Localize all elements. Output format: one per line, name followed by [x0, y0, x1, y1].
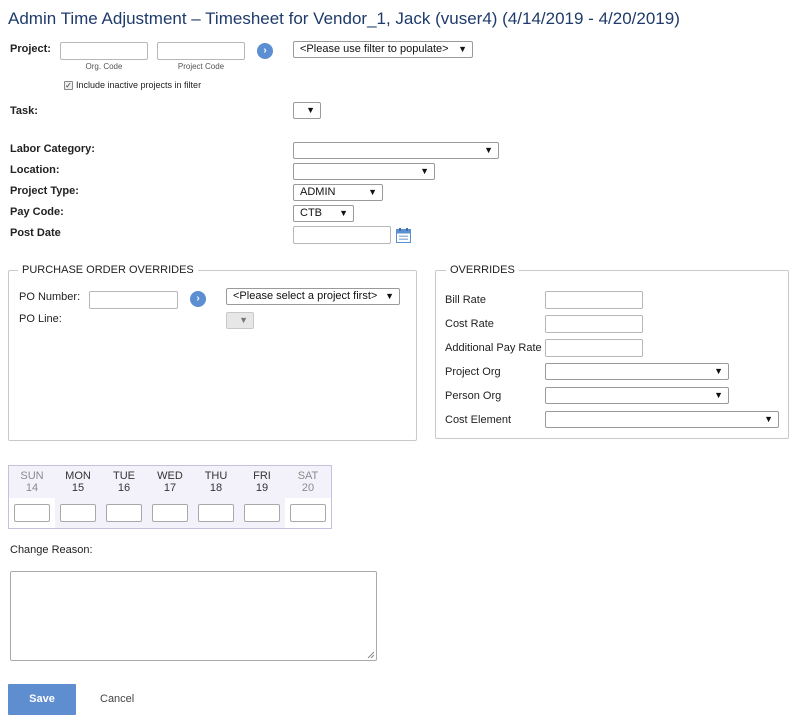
include-inactive-checkbox[interactable]: ✓	[64, 81, 73, 90]
include-inactive-label: Include inactive projects in filter	[76, 80, 202, 90]
additional-pay-rate-input[interactable]	[545, 339, 643, 357]
day-name: MON	[65, 470, 91, 482]
project-label: Project:	[10, 43, 51, 55]
calendar-icon[interactable]	[396, 228, 413, 243]
chevron-down-icon: ▼	[306, 105, 315, 115]
cancel-link[interactable]: Cancel	[100, 693, 134, 705]
chevron-down-icon: ▼	[458, 44, 467, 54]
day-header-sat: SAT 20	[285, 470, 331, 495]
overrides-legend: OVERRIDES	[446, 264, 519, 276]
day-header-thu: THU 18	[193, 470, 239, 495]
project-type-select[interactable]: ADMIN ▼	[293, 184, 383, 201]
hours-input-sun[interactable]	[14, 504, 50, 522]
save-button[interactable]: Save	[8, 684, 76, 715]
project-type-value: ADMIN	[300, 186, 336, 198]
po-select-value: <Please select a project first>	[233, 290, 378, 302]
post-date-input[interactable]	[293, 226, 391, 244]
resize-grip-icon[interactable]	[367, 651, 375, 659]
hours-input-wed[interactable]	[152, 504, 188, 522]
day-name: TUE	[113, 470, 135, 482]
day-header-wed: WED 17	[147, 470, 193, 495]
day-name: WED	[157, 470, 183, 482]
chevron-down-icon: ▼	[385, 291, 394, 301]
po-number-input[interactable]	[89, 291, 178, 309]
day-header-tue: TUE 16	[101, 470, 147, 495]
day-number: 20	[301, 482, 315, 494]
cost-element-select[interactable]: ▼	[545, 411, 779, 428]
hours-input-fri[interactable]	[244, 504, 280, 522]
chevron-down-icon: ▼	[764, 414, 773, 424]
po-filter-go-button[interactable]: ›	[190, 291, 206, 307]
day-name: SAT	[297, 470, 319, 482]
project-code-caption: Project Code	[177, 62, 225, 71]
project-filter-go-button[interactable]: ›	[257, 43, 273, 59]
hours-input-tue[interactable]	[106, 504, 142, 522]
day-number: 15	[71, 482, 85, 494]
chevron-down-icon: ▼	[484, 145, 493, 155]
cost-rate-label: Cost Rate	[445, 318, 494, 330]
chevron-down-icon: ▼	[368, 187, 377, 197]
pay-code-value: CTB	[300, 207, 322, 219]
labor-category-select[interactable]: ▼	[293, 142, 499, 159]
day-number: 19	[255, 482, 269, 494]
hours-input-mon[interactable]	[60, 504, 96, 522]
project-select[interactable]: <Please use filter to populate> ▼	[293, 41, 473, 58]
project-type-label: Project Type:	[10, 185, 79, 197]
day-header-mon: MON 15	[55, 470, 101, 495]
chevron-down-icon: ▼	[714, 366, 723, 376]
day-number: 18	[209, 482, 223, 494]
person-org-select[interactable]: ▼	[545, 387, 729, 404]
day-name: FRI	[253, 470, 271, 482]
po-overrides-legend: PURCHASE ORDER OVERRIDES	[18, 264, 198, 276]
labor-category-label: Labor Category:	[10, 143, 95, 155]
pay-code-select[interactable]: CTB ▼	[293, 205, 354, 222]
page-title: Admin Time Adjustment – Timesheet for Ve…	[8, 9, 680, 28]
day-number: 17	[163, 482, 177, 494]
chevron-right-icon: ›	[263, 45, 267, 56]
chevron-down-icon: ▼	[714, 390, 723, 400]
change-reason-textarea[interactable]	[10, 571, 377, 661]
project-org-select[interactable]: ▼	[545, 363, 729, 380]
pay-code-label: Pay Code:	[10, 206, 64, 218]
person-org-label: Person Org	[445, 390, 502, 402]
hours-input-sat[interactable]	[290, 504, 326, 522]
hours-input-thu[interactable]	[198, 504, 234, 522]
chevron-down-icon: ▼	[339, 208, 348, 218]
project-code-input[interactable]	[157, 42, 245, 60]
chevron-down-icon: ▼	[239, 315, 248, 325]
check-icon: ✓	[65, 81, 72, 90]
location-label: Location:	[10, 164, 60, 176]
project-select-value: <Please use filter to populate>	[300, 43, 449, 55]
week-hours-grid: SUN 14 MON 15 TUE 16 WED 17 THU 18 FRI 1…	[8, 465, 332, 529]
project-org-label: Project Org	[445, 366, 501, 378]
task-select[interactable]: ▼	[293, 102, 321, 119]
day-header-sun: SUN 14	[9, 470, 55, 495]
day-header-fri: FRI 19	[239, 470, 285, 495]
bill-rate-input[interactable]	[545, 291, 643, 309]
task-label: Task:	[10, 105, 38, 117]
chevron-down-icon: ▼	[420, 166, 429, 176]
day-name: SUN	[20, 470, 44, 482]
po-line-select[interactable]: ▼	[226, 312, 254, 329]
location-select[interactable]: ▼	[293, 163, 435, 180]
day-number: 14	[25, 482, 39, 494]
org-code-input[interactable]	[60, 42, 148, 60]
chevron-right-icon: ›	[196, 293, 200, 304]
change-reason-label: Change Reason:	[10, 544, 93, 556]
bill-rate-label: Bill Rate	[445, 294, 486, 306]
additional-pay-rate-label: Additional Pay Rate	[445, 342, 542, 354]
po-select[interactable]: <Please select a project first> ▼	[226, 288, 400, 305]
day-name: THU	[204, 470, 228, 482]
po-line-label: PO Line:	[19, 313, 62, 325]
cost-element-label: Cost Element	[445, 414, 512, 426]
org-code-caption: Org. Code	[85, 62, 123, 71]
day-number: 16	[117, 482, 131, 494]
post-date-label: Post Date	[10, 227, 61, 239]
cost-rate-input[interactable]	[545, 315, 643, 333]
po-number-label: PO Number:	[19, 291, 81, 303]
